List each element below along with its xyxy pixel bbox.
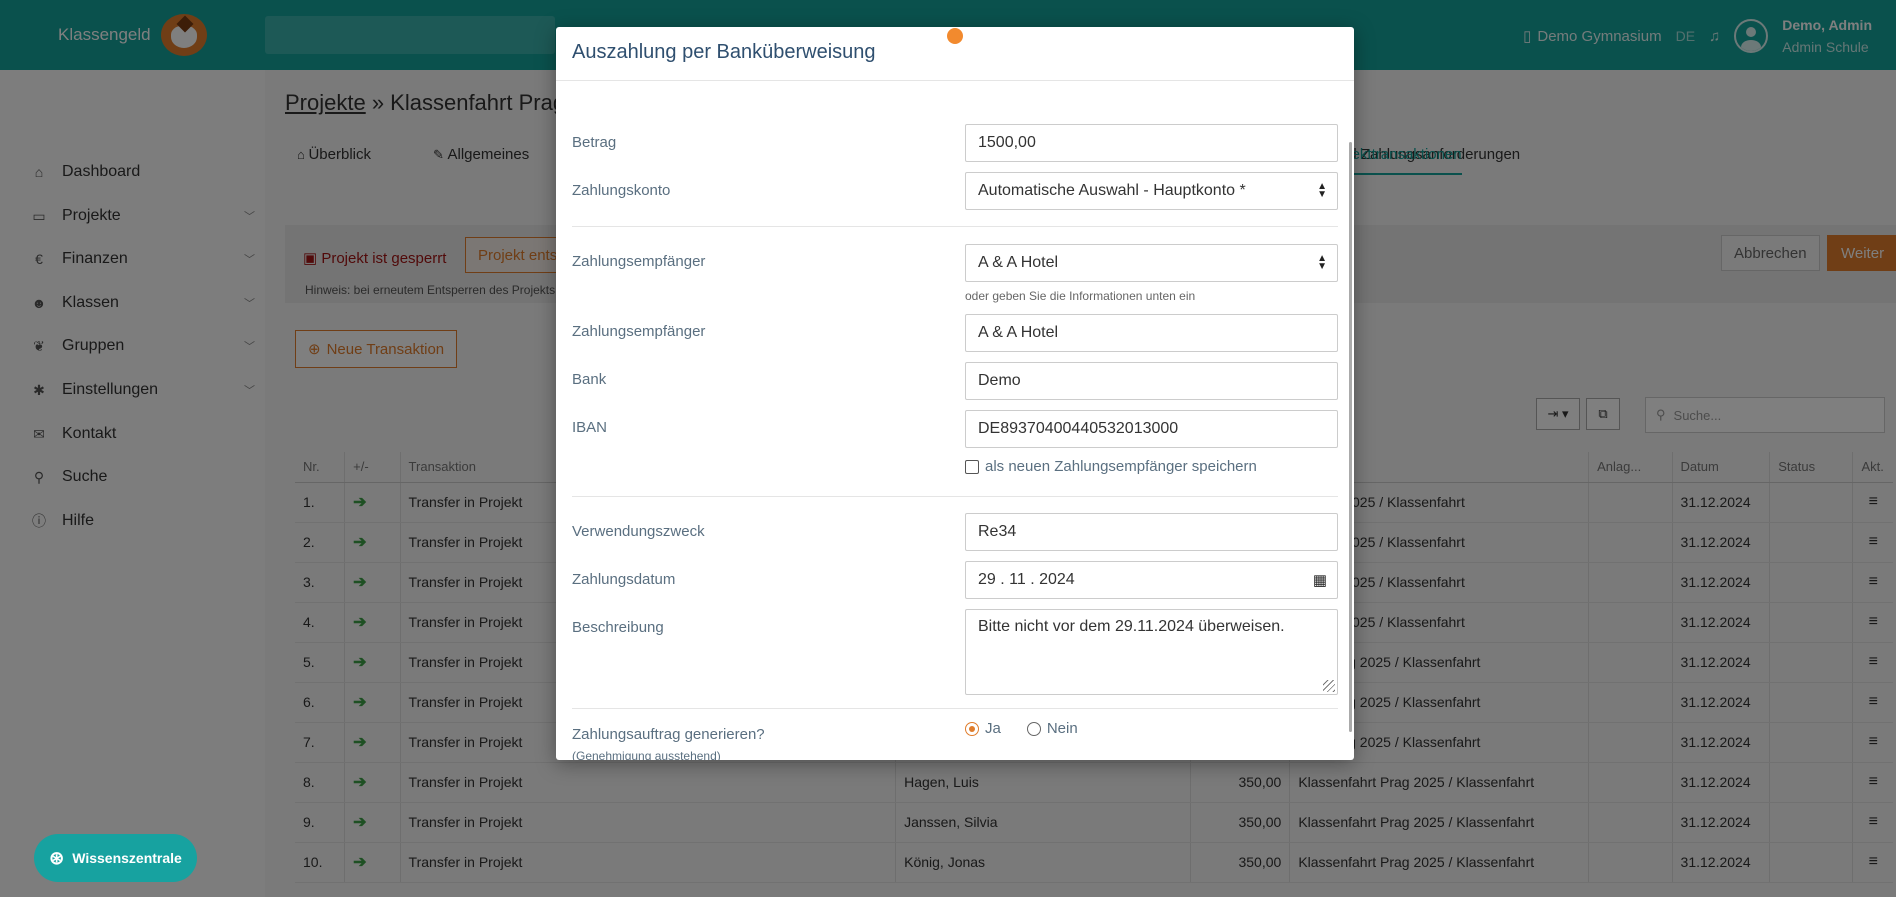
empfaenger-label: Zahlungsempfänger xyxy=(572,323,706,340)
beschreibung-value: Bitte nicht vor dem 29.11.2024 überweise… xyxy=(978,618,1285,635)
modal-title: Auszahlung per Banküberweisung xyxy=(572,41,876,63)
radio-ja[interactable] xyxy=(965,721,979,736)
save-payee-checkbox[interactable] xyxy=(965,459,979,474)
betrag-value: 1500,00 xyxy=(978,134,1036,151)
zahlungsdatum-label: Zahlungsdatum xyxy=(572,571,676,588)
betrag-field[interactable]: 1500,00 xyxy=(965,124,1338,162)
globe-icon: ⊛ xyxy=(49,847,65,868)
divider xyxy=(572,496,1338,497)
iban-value: DE89370400440532013000 xyxy=(978,420,1179,437)
select-caret-icon: ▲ ▼ xyxy=(1317,181,1327,200)
zahlungsauftrag-radio-group: Ja Nein xyxy=(965,720,1078,737)
save-payee-label: als neuen Zahlungsempfänger speichern xyxy=(985,458,1257,475)
verwendungszweck-field[interactable]: Re34 xyxy=(965,513,1338,551)
bank-value: Demo xyxy=(978,372,1021,389)
empfaenger-select[interactable]: A & A Hotel ▲ ▼ xyxy=(965,244,1338,282)
radio-nein-label: Nein xyxy=(1046,720,1078,737)
iban-label: IBAN xyxy=(572,419,608,436)
empfaenger-select-label: Zahlungsempfänger xyxy=(572,253,706,270)
bank-label: Bank xyxy=(572,371,607,388)
betrag-label: Betrag xyxy=(572,134,617,151)
zahlungsdatum-value: 29 . 11 . 2024 xyxy=(978,571,1075,588)
radio-nein[interactable] xyxy=(1026,721,1041,736)
verwendungszweck-label: Verwendungszweck xyxy=(572,523,705,540)
iban-field[interactable]: DE89370400440532013000 xyxy=(965,410,1338,448)
zahlungsauftrag-sublabel: (Genehmigung ausstehend) xyxy=(572,749,721,760)
modal-scrollbar[interactable] xyxy=(1349,142,1352,732)
save-payee-checkbox-row[interactable]: als neuen Zahlungsempfänger speichern xyxy=(965,458,1257,475)
select-caret-icon: ▲ ▼ xyxy=(1317,253,1327,272)
modal-header: Auszahlung per Banküberweisung xyxy=(556,27,1354,81)
empfaenger-value: A & A Hotel xyxy=(978,324,1059,341)
wissenszentrale-label: Wissenszentrale xyxy=(72,850,182,866)
modal-body: Betrag 1500,00 Zahlungskonto Automatisch… xyxy=(556,82,1354,760)
empfaenger-help-text: oder geben Sie die Informationen unten e… xyxy=(965,289,1196,303)
status-dot xyxy=(947,28,963,44)
payout-modal: Auszahlung per Banküberweisung Betrag 15… xyxy=(556,27,1354,760)
beschreibung-label: Beschreibung xyxy=(572,619,664,636)
radio-ja-label: Ja xyxy=(985,720,1001,737)
divider xyxy=(572,708,1338,709)
bank-field[interactable]: Demo xyxy=(965,362,1338,400)
zahlungskonto-value: Automatische Auswahl - Hauptkonto * xyxy=(978,182,1246,199)
empfaenger-select-value: A & A Hotel xyxy=(978,254,1059,271)
calendar-icon[interactable]: ▦ xyxy=(1313,573,1327,588)
verwendungszweck-value: Re34 xyxy=(978,523,1017,540)
zahlungskonto-label: Zahlungskonto xyxy=(572,182,671,199)
empfaenger-field[interactable]: A & A Hotel xyxy=(965,314,1338,352)
zahlungsauftrag-label: Zahlungsauftrag generieren? xyxy=(572,726,765,743)
beschreibung-textarea[interactable]: Bitte nicht vor dem 29.11.2024 überweise… xyxy=(965,609,1338,695)
zahlungsdatum-field[interactable]: 29 . 11 . 2024 ▦ xyxy=(965,561,1338,599)
zahlungskonto-select[interactable]: Automatische Auswahl - Hauptkonto * ▲ ▼ xyxy=(965,172,1338,210)
divider xyxy=(572,226,1338,227)
resize-handle-icon[interactable] xyxy=(1323,680,1335,692)
wissenszentrale-button[interactable]: ⊛ Wissenszentrale xyxy=(34,834,197,882)
